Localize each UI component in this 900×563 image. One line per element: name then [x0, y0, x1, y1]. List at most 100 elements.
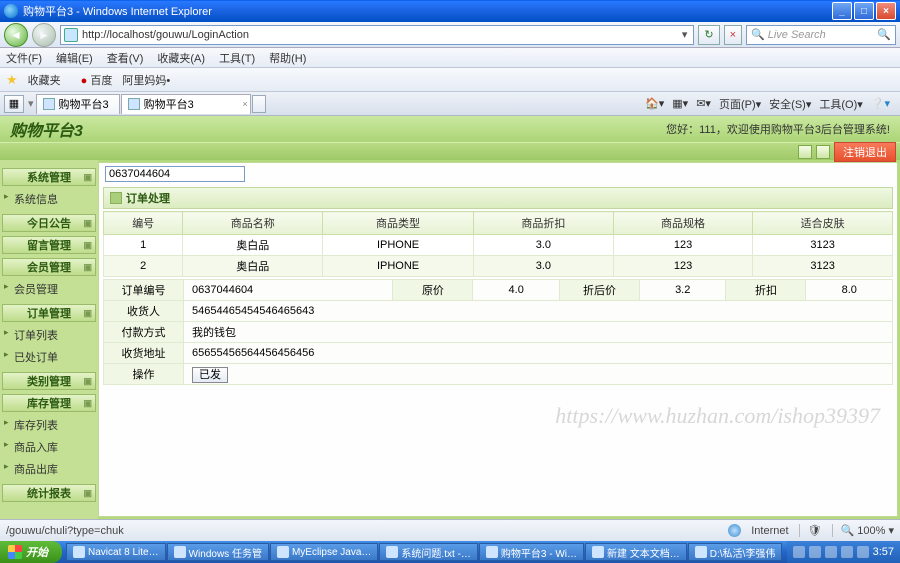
lbl-receiver: 收货人 — [104, 301, 184, 322]
tray-icon[interactable] — [841, 546, 853, 558]
sidebar-group-header[interactable]: 会员管理 — [2, 258, 96, 276]
sidebar-group-header[interactable]: 留言管理 — [2, 236, 96, 254]
clock[interactable]: 3:57 — [873, 546, 894, 558]
menu-file[interactable]: 文件(F) — [6, 50, 42, 66]
table-cell: IPHONE — [323, 256, 474, 277]
sidebar-item[interactable]: 系统信息 — [2, 188, 96, 210]
forward-button[interactable]: ► — [32, 23, 56, 47]
tray-icon[interactable] — [809, 546, 821, 558]
menu-view[interactable]: 查看(V) — [107, 50, 144, 66]
sidebar-group-header[interactable]: 今日公告 — [2, 214, 96, 232]
task-icon — [486, 546, 498, 558]
sidebar-group-header[interactable]: 统计报表 — [2, 484, 96, 502]
refresh-button[interactable]: ↻ — [698, 25, 719, 45]
zoom-label[interactable]: 🔍 100% ▾ — [832, 524, 894, 537]
fav-baidu[interactable]: ● 百度 — [81, 72, 113, 88]
task-icon — [592, 546, 604, 558]
favorites-label[interactable]: 收藏夹 — [28, 72, 61, 88]
sidebar-group-header[interactable]: 订单管理 — [2, 304, 96, 322]
detail-row-payment: 付款方式 我的钱包 — [104, 322, 893, 343]
sidebar-item[interactable]: 会员管理 — [2, 278, 96, 300]
minimize-button[interactable]: _ — [832, 2, 852, 20]
address-bar[interactable]: ▾ — [60, 25, 694, 45]
tray-icon[interactable] — [857, 546, 869, 558]
table-header: 商品规格 — [613, 212, 753, 235]
val-origprice: 4.0 — [473, 280, 560, 301]
url-input[interactable] — [82, 29, 679, 41]
table-cell: 奥白品 — [183, 235, 323, 256]
protected-mode-icon[interactable]: 🛡 — [799, 524, 822, 537]
val-discprice: 3.2 — [639, 280, 726, 301]
mail-icon[interactable]: ✉▾ — [696, 97, 711, 110]
watermark: https://www.huzhan.com/ishop39397 — [555, 403, 880, 429]
search-box[interactable]: 🔍 Live Search 🔍 — [746, 25, 896, 45]
taskbar-button[interactable]: MyEclipse Java… — [270, 543, 378, 561]
tray-icon[interactable] — [825, 546, 837, 558]
maximize-button[interactable]: □ — [854, 2, 874, 20]
order-detail-table: 订单编号 0637044604 原价 4.0 折后价 3.2 折扣 8.0 收货… — [103, 279, 893, 385]
new-tab-button[interactable] — [252, 95, 266, 113]
table-row[interactable]: 1奥白品IPHONE3.01233123 — [104, 235, 893, 256]
tab-icon — [128, 98, 140, 110]
table-row[interactable]: 2奥白品IPHONE3.01233123 — [104, 256, 893, 277]
quick-tabs-button[interactable]: ▦ — [4, 95, 24, 113]
tab-label: 购物平台3 — [144, 96, 194, 112]
table-cell: 3.0 — [474, 256, 614, 277]
banner-icon-2[interactable] — [816, 145, 830, 159]
taskbar-button[interactable]: Windows 任务管 — [167, 543, 269, 561]
start-button[interactable]: 开始 — [0, 541, 62, 563]
table-cell: 123 — [613, 256, 753, 277]
search-go-icon[interactable]: 🔍 — [877, 28, 891, 41]
sidebar-item[interactable]: 库存列表 — [2, 414, 96, 436]
table-cell: 1 — [104, 235, 183, 256]
url-dropdown[interactable]: ▾ — [679, 28, 691, 41]
feeds-icon[interactable]: ▦▾ — [672, 97, 688, 110]
banner-icon-1[interactable] — [798, 145, 812, 159]
status-bar: /gouwu/chuli?type=chuk Internet 🛡 🔍 100%… — [0, 519, 900, 541]
home-icon[interactable]: 🏠▾ — [645, 97, 664, 110]
window-title: 购物平台3 - Windows Internet Explorer — [23, 3, 832, 19]
stop-button[interactable]: × — [724, 25, 742, 45]
sidebar-item[interactable]: 商品入库 — [2, 436, 96, 458]
tab-1[interactable]: 购物平台3 — [36, 94, 120, 114]
items-table: 编号商品名称商品类型商品折扣商品规格适合皮肤 1奥白品IPHONE3.01233… — [103, 211, 893, 277]
sidebar-group-header[interactable]: 类别管理 — [2, 372, 96, 390]
task-icon — [73, 546, 85, 558]
table-header: 编号 — [104, 212, 183, 235]
logout-button[interactable]: 注销退出 — [834, 142, 896, 162]
taskbar-button[interactable]: 系统问题.txt -… — [379, 543, 477, 561]
tab-2[interactable]: 购物平台3 × — [121, 94, 251, 114]
taskbar-button[interactable]: 新建 文本文档… — [585, 543, 687, 561]
fav-suggest[interactable]: 阿里妈妈• — [122, 72, 170, 88]
back-button[interactable]: ◄ — [4, 23, 28, 47]
page-menu[interactable]: 页面(P)▾ — [719, 96, 761, 112]
order-id-input[interactable] — [105, 166, 245, 182]
taskbar-button[interactable]: Navicat 8 Lite… — [66, 543, 166, 561]
detail-row-receiver: 收货人 54654465454546465643 — [104, 301, 893, 322]
ship-button[interactable]: 已发 — [192, 367, 228, 383]
menu-favorites[interactable]: 收藏夹(A) — [157, 50, 205, 66]
help-icon[interactable]: ❔▾ — [871, 97, 890, 110]
tools-menu[interactable]: 工具(O)▾ — [819, 96, 862, 112]
tray-icon[interactable] — [793, 546, 805, 558]
detail-row-address: 收货地址 65655456564456456456 — [104, 343, 893, 364]
safety-menu[interactable]: 安全(S)▾ — [769, 96, 811, 112]
sub-banner: 注销退出 — [0, 142, 900, 160]
close-button[interactable]: × — [876, 2, 896, 20]
taskbar-button[interactable]: D:\私活\李强伟 — [688, 543, 783, 561]
favorites-star-icon[interactable]: ★ — [6, 72, 18, 88]
main-panel: 订单处理 编号商品名称商品类型商品折扣商品规格适合皮肤 1奥白品IPHONE3.… — [98, 162, 898, 517]
menu-edit[interactable]: 编辑(E) — [56, 50, 93, 66]
sidebar-group-header[interactable]: 系统管理 — [2, 168, 96, 186]
menu-tools[interactable]: 工具(T) — [219, 50, 255, 66]
start-label: 开始 — [26, 544, 48, 560]
sidebar-item[interactable]: 订单列表 — [2, 324, 96, 346]
menu-help[interactable]: 帮助(H) — [269, 50, 306, 66]
sidebar-item[interactable]: 已处订单 — [2, 346, 96, 368]
sidebar-item[interactable]: 商品出库 — [2, 458, 96, 480]
sidebar-group-header[interactable]: 库存管理 — [2, 394, 96, 412]
system-tray[interactable]: 3:57 — [787, 541, 900, 563]
table-header: 商品名称 — [183, 212, 323, 235]
taskbar-button[interactable]: 购物平台3 - Wi… — [479, 543, 584, 561]
tab-close-icon[interactable]: × — [242, 99, 247, 109]
